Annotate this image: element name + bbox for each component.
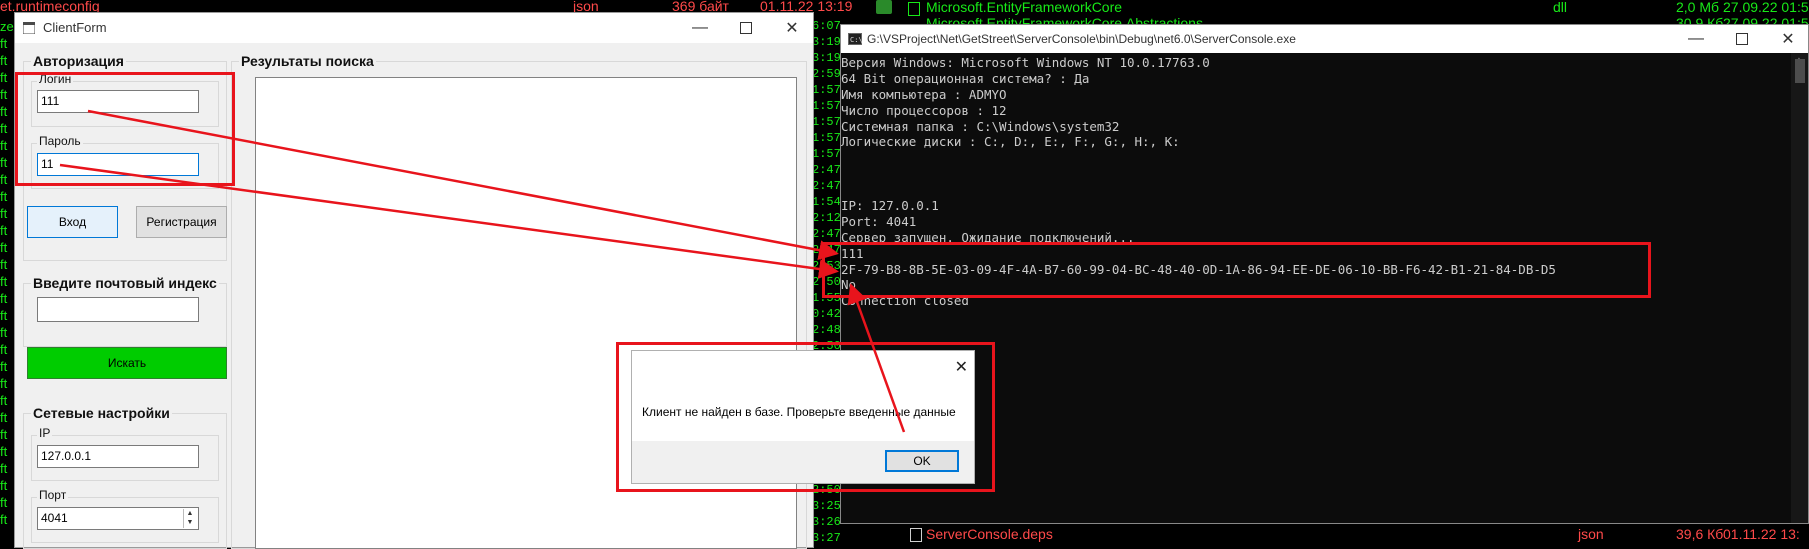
- bg-item-ext: json: [1578, 526, 1604, 542]
- scrollbar-thumb[interactable]: [1795, 59, 1805, 83]
- port-stepper[interactable]: ▲ ▼: [183, 509, 196, 528]
- console-line: Port: 4041: [841, 213, 917, 229]
- postal-group-label: Введите почтовый индекс: [31, 275, 219, 291]
- title-bar[interactable]: ClientForm — ✕: [15, 13, 813, 43]
- maximize-icon: [740, 22, 752, 34]
- bg-time-item: 3:19: [812, 51, 841, 65]
- bg-time-item: 2:47: [812, 163, 841, 177]
- bg-time-item: 3:26: [812, 515, 841, 529]
- bg-time-item: 1:57: [812, 83, 841, 97]
- minimize-icon: —: [692, 19, 708, 36]
- bg-time-item: 2:47: [812, 227, 841, 241]
- login-button[interactable]: Вход: [27, 206, 118, 238]
- bg-time-item: 6:07: [812, 19, 841, 33]
- maximize-icon: [1736, 33, 1748, 45]
- bg-time-item: 1:57: [812, 147, 841, 161]
- port-field[interactable]: 4041 ▲ ▼: [37, 507, 199, 530]
- bg-item-ext: dll: [1553, 0, 1568, 15]
- bg-time-item: 3:27: [812, 531, 841, 545]
- search-button[interactable]: Искать: [27, 347, 227, 379]
- bg-time-item: 1:57: [812, 131, 841, 145]
- console-line: Системная папка : C:\Windows\system32: [841, 118, 1120, 134]
- app-icon: [23, 22, 35, 34]
- console-line: Версия Windows: Microsoft Windows NT 10.…: [841, 55, 1210, 70]
- console-line: Логические диски : C:, D:, E:, F:, G:, H…: [841, 134, 1180, 150]
- bg-time-item: 2:47: [812, 179, 841, 193]
- results-group-label: Результаты поиска: [239, 53, 376, 69]
- postal-code-input[interactable]: [37, 297, 199, 322]
- network-group-label: Сетевые настройки: [31, 405, 172, 421]
- console-icon: C:\: [848, 33, 862, 45]
- folder-icon: [876, 0, 892, 14]
- scrollbar[interactable]: ▲: [1791, 53, 1808, 523]
- bg-item-name: Microsoft.EntityFrameworkCore: [926, 0, 1123, 15]
- annotation-console-box: [822, 242, 1651, 298]
- file-icon: [910, 528, 922, 542]
- close-icon: ✕: [785, 20, 799, 37]
- minimize-button[interactable]: —: [1673, 24, 1719, 54]
- console-line: 64 Bit операционная система? : Да: [841, 70, 1090, 86]
- bg-item-date: 01.11.22 13:: [1723, 526, 1800, 542]
- bg-time-item: 0:42: [812, 307, 841, 321]
- bg-time-item: 3:25: [812, 499, 841, 513]
- port-label: Порт: [37, 488, 69, 502]
- minimize-button[interactable]: —: [677, 13, 723, 43]
- bg-item-date: 27.09.22 01:5: [1723, 0, 1809, 15]
- close-icon: ✕: [1781, 31, 1795, 48]
- port-value: 4041: [41, 511, 68, 525]
- maximize-button[interactable]: [723, 13, 769, 43]
- bg-time-item: 2:12: [812, 211, 841, 225]
- close-button[interactable]: ✕: [1765, 24, 1809, 54]
- bg-item-name: ServerConsole.deps: [926, 526, 1053, 542]
- minimize-icon: —: [1688, 30, 1704, 47]
- ip-field[interactable]: 127.0.0.1: [37, 445, 199, 468]
- console-line: IP: 127.0.0.1: [841, 198, 939, 214]
- bg-bottom-panel: ServerConsole.deps json 39,6 Кб 01.11.22…: [868, 524, 1809, 548]
- console-line: Имя компьютера : ADMYO: [841, 86, 1007, 102]
- annotation-msgbox-box: [616, 342, 995, 492]
- svg-text:C:\: C:\: [850, 36, 862, 44]
- bg-time-item: 1:57: [812, 99, 841, 113]
- window-title: ClientForm: [43, 20, 107, 35]
- ip-label: IP: [37, 426, 53, 440]
- bg-time-item: 1:54: [812, 195, 841, 209]
- annotation-credentials-box: [15, 72, 235, 186]
- bg-time-item: 1:57: [812, 115, 841, 129]
- bg-time-item: 3:19: [812, 35, 841, 49]
- bg-item-size: 2,0 Мб: [1676, 0, 1720, 15]
- close-button[interactable]: ✕: [769, 13, 815, 43]
- bg-time-item: 2:48: [812, 323, 841, 337]
- window-title: G:\VSProject\Net\GetStreet\ServerConsole…: [867, 32, 1296, 46]
- register-button[interactable]: Регистрация: [136, 206, 227, 238]
- title-bar[interactable]: C:\ G:\VSProject\Net\GetStreet\ServerCon…: [841, 25, 1808, 53]
- console-line: Число процессоров : 12: [841, 102, 1007, 118]
- bg-time-item: 2:59: [812, 67, 841, 81]
- maximize-button[interactable]: [1719, 24, 1765, 54]
- bg-item-size: 39,6 Кб: [1676, 526, 1724, 542]
- auth-group-label: Авторизация: [31, 53, 126, 69]
- file-icon: [908, 2, 920, 16]
